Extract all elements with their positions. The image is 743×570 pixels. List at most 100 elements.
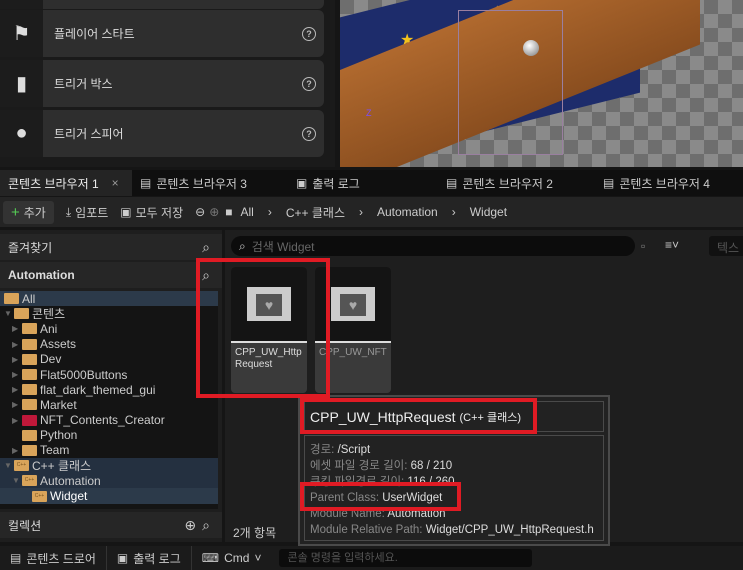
- expand-arrow-icon[interactable]: ▼: [12, 476, 22, 485]
- import-button[interactable]: ⤓ 임포트: [66, 204, 108, 221]
- filter-icon[interactable]: ≡˅: [665, 238, 679, 252]
- plus-icon: +: [11, 203, 20, 221]
- tree-item-widget[interactable]: C++ Widget: [0, 488, 218, 504]
- tree-item-flat-dark-themed-gui[interactable]: ▶ flat_dark_themed_gui: [0, 382, 218, 397]
- search-input[interactable]: ⌕ 검색 Widget: [231, 236, 635, 256]
- collapse-arrow-icon[interactable]: ▶: [12, 370, 22, 379]
- sphere: [523, 40, 539, 56]
- back-button[interactable]: ⊖: [195, 205, 205, 219]
- player-start-icon: ⚑: [0, 10, 43, 57]
- tooltip-key: Module Name:: [310, 508, 388, 520]
- tab-content-browser-3[interactable]: ▤ 콘텐츠 브라우저 3: [140, 170, 247, 196]
- content-drawer-button[interactable]: ▤ 콘텐츠 드로어: [0, 546, 107, 570]
- cpp-folder-icon: C++: [32, 490, 47, 502]
- save-search-icon[interactable]: ▫: [641, 239, 645, 253]
- cpp-folder-icon: C++: [14, 460, 29, 472]
- save-icon: ▣: [120, 205, 132, 219]
- tree-item-content[interactable]: ▼ 콘텐츠: [0, 306, 218, 321]
- tree-item-automation[interactable]: ▼ C++ Automation: [0, 473, 218, 489]
- breadcrumb-widget[interactable]: Widget: [470, 205, 507, 219]
- place-item-player-start[interactable]: ⚑ 플레이어 스타트?: [0, 10, 324, 57]
- tree-item-assets[interactable]: ▶ Assets: [0, 337, 218, 352]
- tooltip-key: 에셋 파일 경로 길이:: [310, 460, 411, 472]
- search-icon[interactable]: ⌕: [202, 267, 210, 284]
- level-viewport[interactable]: ★ ★ ★ ★ ★ Z: [340, 0, 743, 167]
- folder-search-icon: ▤: [140, 176, 152, 190]
- output-log-button[interactable]: ▣ 출력 로그: [107, 546, 192, 570]
- import-icon: ⤓: [65, 204, 72, 219]
- save-all-button[interactable]: ▣ 모두 저장: [120, 204, 183, 221]
- collapse-arrow-icon[interactable]: ▶: [12, 385, 22, 394]
- breadcrumb-cpp-classes[interactable]: C++ 클래스: [286, 204, 345, 221]
- place-actors-panel: ⚑ 플레이어 스타트? ▮ 트리거 박스? ● 트리거 스피어?: [0, 0, 335, 167]
- back-icon: ⊖: [195, 205, 206, 219]
- close-icon[interactable]: ×: [112, 176, 119, 190]
- help-icon[interactable]: ?: [302, 26, 316, 41]
- collapse-arrow-icon[interactable]: ▶: [12, 400, 22, 409]
- help-icon[interactable]: ?: [302, 76, 316, 91]
- expand-arrow-icon[interactable]: ▼: [4, 309, 14, 318]
- tree-item-python[interactable]: Python: [0, 428, 218, 443]
- tree-item-cpp-classes[interactable]: ▼ C++ C++ 클래스: [0, 458, 218, 474]
- folder-icon: [22, 429, 37, 441]
- search-icon[interactable]: ⌕: [202, 517, 210, 534]
- expand-arrow-icon[interactable]: ▼: [4, 461, 14, 470]
- tree-item-ani[interactable]: ▶ Ani: [0, 321, 218, 336]
- folder-icon: [22, 414, 37, 426]
- tree-item-flat5000buttons[interactable]: ▶ Flat5000Buttons: [0, 367, 218, 382]
- tooltip-value: UserWidget: [382, 492, 443, 504]
- tree-item-all[interactable]: All: [0, 291, 218, 307]
- tooltip-row: Module Name: Automation: [310, 506, 598, 522]
- asset-tile[interactable]: ♥ CPP_UW_NFT: [315, 267, 391, 393]
- folder-tree: All ▼ 콘텐츠 ▶ Ani ▶ Assets ▶ Dev ▶ Flat5000Butt…: [0, 291, 218, 509]
- folder-icon: [22, 399, 37, 411]
- content-drawer-icon: ▤: [10, 551, 22, 565]
- breadcrumb-all[interactable]: All: [241, 205, 254, 219]
- text-filter-input[interactable]: 텍스: [709, 236, 743, 256]
- tooltip-row: 쿠킹 파일경로 길이: 116 / 260: [310, 474, 598, 490]
- tooltip-key: 경로:: [310, 444, 338, 456]
- forward-button[interactable]: ⊕: [209, 205, 219, 219]
- collapse-arrow-icon[interactable]: ▶: [12, 446, 22, 455]
- place-item-trigger-sphere[interactable]: ● 트리거 스피어?: [0, 110, 324, 157]
- add-collection-icon[interactable]: ⊕: [184, 517, 196, 534]
- console-input[interactable]: 콘솔 명령을 입력하세요.: [279, 549, 533, 567]
- tab-output-log[interactable]: ▣ 출력 로그: [296, 170, 360, 196]
- item-count: 2개 항목: [233, 526, 277, 540]
- tree-item-team[interactable]: ▶ Team: [0, 443, 218, 458]
- project-header[interactable]: Automation ⌕: [0, 262, 222, 288]
- tooltip-row: Module Relative Path: Widget/CPP_UW_Http…: [310, 522, 598, 538]
- tooltip-value: 68 / 210: [410, 460, 453, 472]
- tooltip-title: CPP_UW_HttpRequest (C++ 클래스): [304, 401, 604, 432]
- cpp-folder-icon: C++: [22, 475, 37, 487]
- place-item-trigger-box[interactable]: ▮ 트리거 박스?: [0, 60, 324, 107]
- place-item[interactable]: [0, 0, 324, 9]
- search-icon[interactable]: ⌕: [202, 239, 210, 256]
- favorites-header[interactable]: 즐겨찾기 ⌕: [0, 234, 222, 260]
- tree-item-market[interactable]: ▶ Market: [0, 397, 218, 412]
- chevron-down-icon: ˅: [254, 551, 262, 565]
- terminal-icon: ⌨: [201, 551, 220, 565]
- breadcrumb-automation[interactable]: Automation: [377, 205, 438, 219]
- tab-content-browser-4[interactable]: ▤ 콘텐츠 브라우저 4: [603, 170, 710, 196]
- tooltip-key: 쿠킹 파일경로 길이:: [310, 476, 408, 488]
- collapse-arrow-icon[interactable]: ▶: [12, 340, 22, 349]
- tree-item-nft-contents-creator[interactable]: ▶ NFT_Contents_Creator: [0, 413, 218, 428]
- folder-icon: [22, 384, 37, 396]
- tree-item-dev[interactable]: ▶ Dev: [0, 352, 218, 367]
- collapse-arrow-icon[interactable]: ▶: [12, 416, 22, 425]
- tooltip-value: /Script: [337, 444, 371, 456]
- tab-content-browser-1[interactable]: 콘텐츠 브라우저 1 ×: [0, 170, 132, 196]
- asset-tile[interactable]: ♥ CPP_UW_HttpRequest: [231, 267, 307, 393]
- collections-header[interactable]: 컬렉션 ⊕ ⌕: [0, 512, 222, 538]
- asset-tooltip: CPP_UW_HttpRequest (C++ 클래스) 경로: /Script …: [298, 395, 610, 546]
- tooltip-value: Widget/CPP_UW_HttpRequest.h: [425, 524, 594, 536]
- help-icon[interactable]: ?: [302, 126, 316, 141]
- tab-content-browser-2[interactable]: ▤ 콘텐츠 브라우저 2: [446, 170, 553, 196]
- add-button[interactable]: + 추가: [3, 200, 54, 224]
- folder-open-icon: [14, 308, 29, 320]
- breadcrumb: All › C++ 클래스 › Automation › Widget: [241, 204, 508, 221]
- cmd-dropdown[interactable]: ⌨ Cmd ˅: [192, 546, 272, 570]
- collapse-arrow-icon[interactable]: ▶: [12, 355, 22, 364]
- collapse-arrow-icon[interactable]: ▶: [12, 324, 22, 333]
